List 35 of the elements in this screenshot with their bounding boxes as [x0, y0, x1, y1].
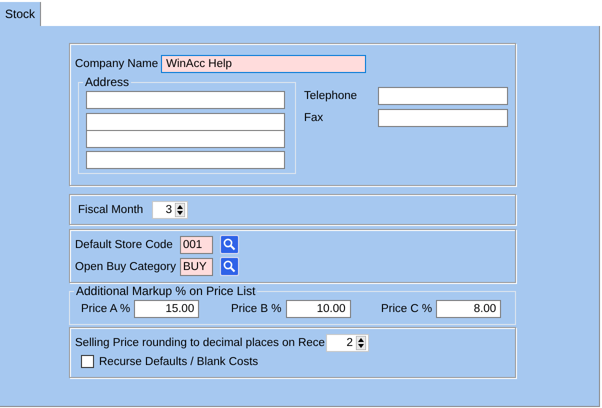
field-label: Fiscal Month: [78, 204, 144, 216]
search-icon: [223, 260, 236, 273]
input-field[interactable]: [378, 87, 508, 105]
field-label: Default Store Code: [75, 238, 174, 250]
input-field[interactable]: 15.00: [134, 300, 200, 318]
field-label: Open Buy Category: [75, 260, 178, 272]
group-legend: Additional Markup % on Price List: [74, 285, 258, 297]
field-label: Fax: [304, 112, 324, 124]
input-field[interactable]: 8.00: [436, 300, 502, 318]
field-label: Selling Price rounding to decimal places on Rece: [75, 337, 325, 349]
field-label: Company Name: [75, 58, 158, 70]
field-label: Price B %: [231, 303, 282, 315]
search-button[interactable]: [220, 257, 239, 276]
tab[interactable]: Stock: [0, 2, 41, 26]
checkbox[interactable]: [81, 355, 94, 368]
search-button[interactable]: [220, 235, 239, 254]
input-field[interactable]: [86, 113, 285, 131]
spinner-field[interactable]: 2: [326, 334, 369, 352]
input-field[interactable]: 001: [180, 236, 213, 254]
input-field[interactable]: [86, 91, 285, 109]
search-icon: [223, 238, 236, 251]
input-field[interactable]: 10.00: [286, 300, 350, 318]
field-label: Price C %: [381, 303, 432, 315]
group-legend: Address: [83, 76, 132, 88]
spinner-field[interactable]: 3: [152, 201, 188, 219]
field-label: Price A %: [81, 303, 130, 315]
input-field[interactable]: BUY: [180, 258, 213, 276]
input-field[interactable]: [86, 130, 285, 148]
spin-arrows-icon[interactable]: [356, 336, 366, 350]
input-field[interactable]: WinAcc Help: [161, 55, 366, 73]
input-field[interactable]: [86, 151, 285, 169]
checkbox-label: Recurse Defaults / Blank Costs: [99, 356, 258, 368]
spin-arrows-icon[interactable]: [175, 203, 185, 217]
field-label: Telephone: [304, 90, 358, 102]
input-field[interactable]: [378, 109, 508, 127]
